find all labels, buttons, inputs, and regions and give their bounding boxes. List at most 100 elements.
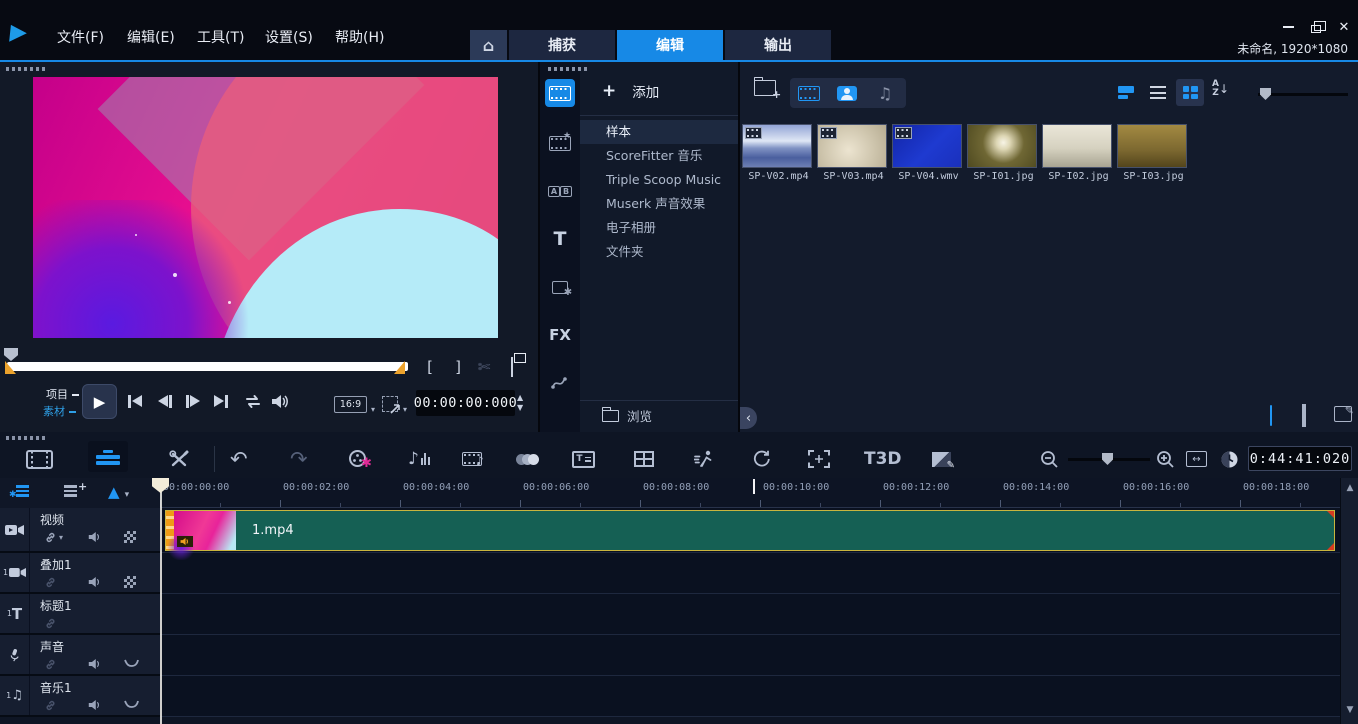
- category-samples[interactable]: 样本: [580, 120, 738, 144]
- 3d-title-editor-button[interactable]: T3D: [864, 446, 902, 472]
- filter-videos-button[interactable]: [790, 78, 828, 108]
- chroma-key-toggle[interactable]: [124, 531, 136, 543]
- window-minimize-button[interactable]: [1278, 18, 1298, 36]
- fit-timeline-button[interactable]: ↔: [1186, 446, 1207, 472]
- trim-handle-right[interactable]: [394, 361, 405, 374]
- scroll-down-button[interactable]: ▼: [1341, 702, 1358, 718]
- category-photo-album[interactable]: 电子相册: [580, 216, 738, 240]
- time-remapping-button[interactable]: [694, 446, 715, 472]
- panel-drag-handle[interactable]: [6, 436, 48, 440]
- mute-toggle[interactable]: [88, 699, 102, 711]
- timeline-ruler[interactable]: 00:00:00:00 00:00:02:00 00:00:04:00 00:0…: [160, 478, 1340, 508]
- go-to-start-button[interactable]: [128, 392, 142, 410]
- media-library-tab[interactable]: [540, 76, 580, 110]
- category-muserk[interactable]: Muserk 声音效果: [580, 192, 738, 216]
- overlay-track-lane[interactable]: [160, 553, 1340, 594]
- add-folder-button[interactable]: + 添加: [580, 76, 659, 106]
- filter-audio-button[interactable]: ♫: [866, 78, 904, 108]
- enlarge-preview-button[interactable]: [502, 358, 522, 376]
- timeline-zoom-slider[interactable]: [1068, 458, 1150, 461]
- slider-thumb[interactable]: [1102, 453, 1113, 465]
- view-grid-button[interactable]: [1176, 79, 1204, 106]
- timecode-spinner[interactable]: ▲▼: [517, 390, 523, 416]
- media-item[interactable]: SP-V03.mp4: [817, 124, 890, 182]
- media-item[interactable]: SP-I02.jpg: [1042, 124, 1115, 182]
- edit-media-button[interactable]: ✎: [1334, 406, 1352, 426]
- trim-handle-left[interactable]: [5, 361, 16, 374]
- media-item[interactable]: SP-I01.jpg: [967, 124, 1040, 182]
- next-frame-button[interactable]: [186, 392, 200, 410]
- collapse-panel-button[interactable]: ‹: [740, 407, 757, 429]
- window-restore-button[interactable]: [1306, 18, 1326, 36]
- fade-toggle[interactable]: [124, 699, 139, 708]
- mark-out-button[interactable]: ]: [448, 358, 468, 376]
- split-clip-icon[interactable]: ✄: [474, 358, 494, 376]
- library-view-media-button[interactable]: [1270, 406, 1272, 425]
- system-volume-button[interactable]: [271, 392, 289, 410]
- zoom-in-button[interactable]: [1156, 446, 1175, 472]
- 360-video-button[interactable]: [752, 446, 772, 472]
- instant-project-tab[interactable]: ★: [540, 126, 580, 160]
- title-tab[interactable]: T: [540, 222, 580, 256]
- scrubber-track[interactable]: [7, 362, 408, 371]
- media-item[interactable]: SP-V02.mp4: [742, 124, 815, 182]
- aspect-caret-icon[interactable]: ▾: [371, 405, 375, 414]
- category-folders[interactable]: 文件夹: [580, 240, 738, 264]
- title-track-lane[interactable]: [160, 594, 1340, 635]
- menu-help[interactable]: 帮助(H): [335, 27, 384, 47]
- category-triple-scoop[interactable]: Triple Scoop Music: [580, 168, 738, 192]
- redo-button[interactable]: ↷: [290, 446, 308, 472]
- filter-fx-tab[interactable]: FX: [540, 318, 580, 352]
- morph-transition-button[interactable]: [516, 446, 539, 472]
- tab-capture[interactable]: 捕获: [509, 30, 615, 60]
- menu-edit[interactable]: 编辑(E): [127, 27, 175, 47]
- timeline-clip[interactable]: 1.mp4: [165, 510, 1335, 551]
- link-toggle[interactable]: [44, 699, 57, 712]
- category-scorefitter[interactable]: ScoreFitter 音乐: [580, 144, 738, 168]
- auto-music-button[interactable]: ♪: [462, 446, 482, 472]
- timeline-view-button[interactable]: [88, 441, 128, 472]
- view-list-button[interactable]: [1144, 79, 1172, 106]
- options-panel-button[interactable]: [1302, 406, 1306, 425]
- link-toggle[interactable]: [44, 617, 57, 630]
- link-toggle[interactable]: [44, 576, 57, 589]
- panel-drag-handle[interactable]: [548, 67, 590, 71]
- timeline-scrollbar[interactable]: ▲ ▼: [1340, 478, 1358, 724]
- tools-button[interactable]: [168, 446, 190, 472]
- sort-button[interactable]: AZ ↓: [1212, 80, 1229, 98]
- repeat-button[interactable]: [243, 392, 263, 410]
- capture-options-button[interactable]: ✱: [348, 446, 369, 472]
- selection-tool-button[interactable]: [382, 396, 398, 412]
- mute-toggle[interactable]: [88, 658, 102, 670]
- ripple-edit-button[interactable]: ▲ ▾: [108, 482, 129, 501]
- window-close-button[interactable]: ✕: [1334, 18, 1354, 36]
- aspect-ratio-select[interactable]: 16:9: [334, 396, 367, 413]
- play-button[interactable]: ▶: [82, 384, 117, 419]
- add-track-button[interactable]: +: [64, 485, 77, 497]
- mask-creator-button[interactable]: ✎: [932, 446, 951, 472]
- transition-tab[interactable]: AB: [540, 174, 580, 208]
- chroma-key-toggle[interactable]: [124, 576, 136, 588]
- zoom-out-button[interactable]: [1040, 446, 1059, 472]
- home-tab-button[interactable]: ⌂: [470, 30, 507, 60]
- mute-toggle[interactable]: [88, 576, 102, 588]
- project-duration-button[interactable]: [1220, 446, 1239, 472]
- fade-toggle[interactable]: [124, 658, 139, 667]
- panel-drag-handle[interactable]: [6, 67, 48, 71]
- motion-tracking-button[interactable]: [808, 446, 830, 472]
- slider-thumb[interactable]: [1260, 88, 1271, 100]
- menu-tools[interactable]: 工具(T): [197, 27, 244, 47]
- sound-mixer-button[interactable]: ♪: [408, 446, 430, 472]
- view-panel-button[interactable]: [1112, 79, 1140, 106]
- browse-button[interactable]: 浏览: [580, 400, 738, 430]
- tab-edit[interactable]: 编辑: [617, 30, 723, 60]
- motion-path-tab[interactable]: [540, 366, 580, 400]
- previous-frame-button[interactable]: [158, 392, 172, 410]
- thumbnail-size-slider[interactable]: [1258, 93, 1348, 96]
- preview-timecode[interactable]: 00:00:00:000: [416, 390, 515, 416]
- mode-clip-button[interactable]: 素材: [43, 403, 76, 419]
- menu-file[interactable]: 文件(F): [57, 27, 104, 47]
- link-toggle[interactable]: ▾: [44, 531, 63, 544]
- track-manager-button[interactable]: ✱: [16, 485, 29, 497]
- link-caret-icon[interactable]: ▾: [59, 533, 63, 542]
